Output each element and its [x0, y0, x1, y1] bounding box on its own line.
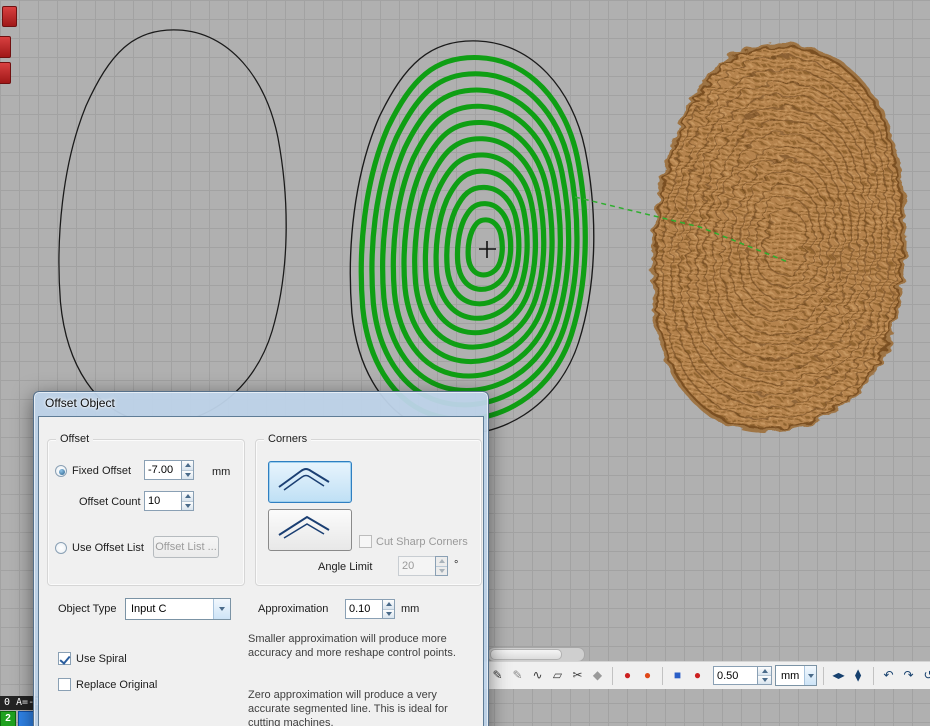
offset-object-dialog: Offset Object Offset Fixed Offset -7.00 …: [33, 391, 489, 726]
units-value[interactable]: mm: [776, 670, 804, 682]
offset-count-spinner[interactable]: [181, 491, 194, 511]
spin-down-icon[interactable]: [383, 610, 394, 619]
fixed-offset-unit: mm: [212, 466, 230, 478]
stitch-marker-icon[interactable]: ◆: [589, 667, 606, 684]
fixed-offset-label[interactable]: Fixed Offset: [72, 465, 131, 477]
object-type-label: Object Type: [58, 603, 117, 615]
smooth-curve-icon[interactable]: ∿: [529, 667, 546, 684]
exit-point-icon[interactable]: ●: [639, 667, 656, 684]
thread-color-badge-blue[interactable]: [18, 711, 34, 726]
use-offset-list-radio[interactable]: [55, 542, 67, 554]
dropdown-arrow-icon[interactable]: [804, 666, 816, 685]
angle-limit-label: Angle Limit: [318, 561, 372, 573]
fixed-offset-radio[interactable]: [55, 465, 67, 477]
sharp-corner-icon: [269, 510, 339, 540]
stitch-length-value[interactable]: 0.50: [713, 666, 757, 685]
stitch-point-icon[interactable]: ●: [689, 667, 706, 684]
offset-ring: [436, 171, 527, 318]
object-type-value[interactable]: Input C: [126, 603, 213, 615]
docked-tool-icon-2[interactable]: [0, 36, 11, 58]
approximation-unit: mm: [401, 603, 419, 615]
fixed-offset-value[interactable]: -7.00: [144, 460, 181, 480]
spin-down-icon[interactable]: [436, 567, 447, 576]
thread-color-bar: 2: [0, 711, 34, 726]
docked-tool-icon-3[interactable]: [0, 62, 11, 84]
docked-tool-icon-1[interactable]: [2, 6, 17, 27]
thread-color-icon[interactable]: ■: [669, 667, 686, 684]
toolbar-separator: [823, 667, 824, 685]
toolbar-separator: [662, 667, 663, 685]
corner-style-sharp-button[interactable]: [268, 509, 352, 551]
stitch-length-spinner[interactable]: [757, 666, 772, 685]
corner-style-rounded-button[interactable]: [268, 461, 352, 503]
reshape-tool-icon[interactable]: ✎: [489, 667, 506, 684]
thread-color-badge-green[interactable]: 2: [0, 711, 16, 726]
dropdown-arrow-icon[interactable]: [213, 599, 230, 619]
entry-point-icon[interactable]: ●: [619, 667, 636, 684]
spin-up-icon[interactable]: [182, 461, 193, 471]
use-offset-list-label[interactable]: Use Offset List: [72, 542, 144, 554]
zero-approximation-help-text: Zero approximation will produce a very a…: [248, 689, 480, 726]
spin-down-icon[interactable]: [182, 502, 193, 511]
approximation-spinner[interactable]: [382, 599, 395, 619]
outline-shape[interactable]: [59, 30, 286, 423]
spin-down-icon[interactable]: [758, 676, 771, 684]
toolbar-separator: [873, 667, 874, 685]
cut-sharp-corners-checkbox[interactable]: [359, 535, 372, 548]
scrollbar-thumb[interactable]: [490, 649, 562, 660]
fixed-offset-field[interactable]: -7.00: [144, 460, 194, 480]
stitched-shape[interactable]: [656, 47, 902, 428]
units-dropdown[interactable]: mm: [775, 665, 817, 686]
offset-count-value[interactable]: 10: [144, 491, 181, 511]
replace-original-checkbox[interactable]: [58, 678, 71, 691]
cut-sharp-corners-label: Cut Sharp Corners: [376, 536, 468, 548]
spin-up-icon[interactable]: [182, 492, 193, 502]
object-type-dropdown[interactable]: Input C: [125, 598, 231, 620]
offset-count-field[interactable]: 10: [144, 491, 194, 511]
angle-limit-unit: °: [454, 559, 458, 571]
design-workspace: ✎✎∿▱✂◆●●■● 0.50 mm ◀▶◀▶↶↷↺▱ 0 A=-14 2 Of…: [0, 0, 930, 726]
crosshair-cursor: [479, 241, 496, 258]
mirror-vertical-icon[interactable]: ◀▶: [850, 667, 867, 684]
replace-original-label[interactable]: Replace Original: [76, 679, 157, 691]
offset-count-label: Offset Count: [79, 496, 141, 508]
corners-group-label: Corners: [264, 433, 311, 445]
rotate-cw-icon[interactable]: ↷: [900, 667, 917, 684]
angle-limit-spinner[interactable]: [435, 556, 448, 576]
horizontal-scrollbar[interactable]: [487, 647, 585, 662]
rotate-90-icon[interactable]: ↺: [920, 667, 930, 684]
offset-ring: [468, 220, 502, 275]
cut-tool-icon[interactable]: ✂: [569, 667, 586, 684]
mirror-horizontal-icon[interactable]: ◀▶: [830, 667, 847, 684]
fixed-offset-spinner[interactable]: [181, 460, 194, 480]
angle-limit-value[interactable]: 20: [398, 556, 435, 576]
use-spiral-label[interactable]: Use Spiral: [76, 653, 127, 665]
approximation-field[interactable]: 0.10: [345, 599, 395, 619]
dialog-title[interactable]: Offset Object: [34, 392, 488, 415]
offset-groupbox: Offset Fixed Offset -7.00 mm Offset Coun…: [47, 439, 245, 586]
spin-up-icon[interactable]: [383, 600, 394, 610]
bottom-toolbar: ✎✎∿▱✂◆●●■● 0.50 mm ◀▶◀▶↶↷↺▱: [480, 661, 930, 689]
spin-up-icon[interactable]: [758, 667, 771, 676]
offset-group-label: Offset: [56, 433, 93, 445]
toolbar-separator: [612, 667, 613, 685]
corners-groupbox: Corners Cut Sharp Corners Angle Limit: [255, 439, 482, 586]
rotate-ccw-icon[interactable]: ↶: [880, 667, 897, 684]
use-spiral-checkbox[interactable]: [58, 652, 71, 665]
offset-list-button[interactable]: Offset List ...: [153, 536, 219, 558]
stitch-length-field[interactable]: 0.50: [713, 666, 772, 685]
dialog-client-area: Offset Fixed Offset -7.00 mm Offset Coun…: [38, 416, 484, 726]
spin-up-icon[interactable]: [436, 557, 447, 567]
approximation-help-text: Smaller approximation will produce more …: [248, 633, 480, 661]
angle-limit-field[interactable]: 20: [398, 556, 448, 576]
approximation-value[interactable]: 0.10: [345, 599, 382, 619]
shape-tool-icon[interactable]: ▱: [549, 667, 566, 684]
spin-down-icon[interactable]: [182, 471, 193, 480]
green-offset-shape[interactable]: [350, 41, 593, 434]
approximation-label: Approximation: [258, 603, 328, 615]
add-node-icon[interactable]: ✎: [509, 667, 526, 684]
rounded-corner-icon: [269, 462, 339, 492]
